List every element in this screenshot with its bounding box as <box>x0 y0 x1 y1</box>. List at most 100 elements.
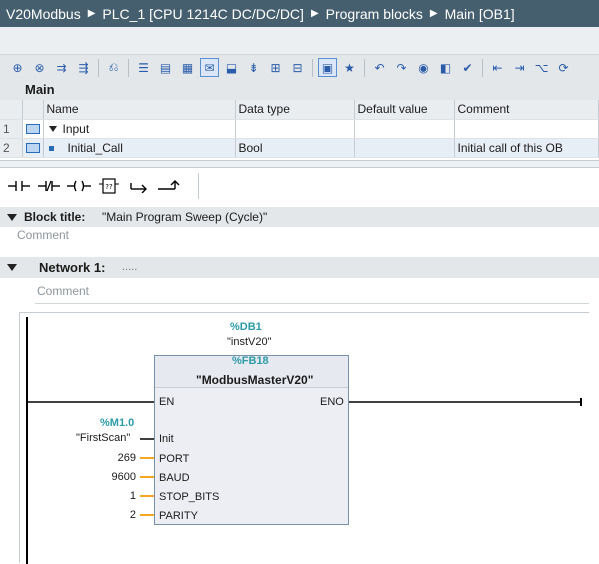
baud-pin-label: BAUD <box>159 472 190 484</box>
window-view-icon[interactable]: ▤ <box>156 58 175 77</box>
interface-title: Main <box>0 80 599 100</box>
init-operand[interactable]: "FirstScan" <box>76 432 130 444</box>
normally-open-contact-icon[interactable] <box>6 174 32 198</box>
init-address[interactable]: %M1.0 <box>100 417 134 429</box>
lad-instruction-bar: ?? <box>0 170 599 202</box>
coil-icon[interactable] <box>66 174 92 198</box>
call-hierarchy-icon[interactable]: ⇤ <box>488 58 507 77</box>
init-pin-label: Init <box>159 433 174 445</box>
name-cell[interactable]: Initial_Call <box>43 138 236 158</box>
expand-arrow-icon[interactable] <box>48 125 57 132</box>
structure-icon[interactable]: ⌥ <box>532 58 551 77</box>
block-interface-table: Name Data type Default value Comment 1 I… <box>0 100 599 158</box>
interface-splitter[interactable] <box>0 160 599 168</box>
block-title-bar[interactable]: Block title: "Main Program Sweep (Cycle)… <box>0 207 599 227</box>
toolbar-divider <box>98 58 99 77</box>
column-header-name[interactable]: Name <box>43 100 236 120</box>
goto-next-error-icon[interactable]: ↷ <box>392 58 411 77</box>
input-section-icon <box>22 119 44 139</box>
port-value[interactable]: 269 <box>116 452 136 464</box>
instance-db-address[interactable]: %DB1 <box>230 321 262 333</box>
comment-cell[interactable]: Initial call of this OB <box>454 138 599 158</box>
data-type-cell[interactable] <box>235 119 355 139</box>
insert-row-icon[interactable]: ⇉ <box>52 58 71 77</box>
en-pin-label: EN <box>159 396 175 408</box>
toolbar-divider <box>198 173 199 199</box>
comment-cell[interactable] <box>454 119 599 139</box>
parameter-name: Initial_Call <box>67 140 123 155</box>
editor-toolbar: ⊕ ⊗ ⇉ ⇶ ⎌ ☰ ▤ ▦ ✉ ⬓ ⇟ ⊞ ⊟ ▣ ★ ↶ ↷ ◉ ◧ ✔ … <box>0 54 599 80</box>
column-header-comment[interactable]: Comment <box>454 100 599 120</box>
fb-address: %FB18 <box>232 355 269 367</box>
table-row[interactable]: 1 Input <box>0 119 599 139</box>
breadcrumb-separator-icon: ▶ <box>310 8 319 19</box>
parity-pin-label: PARITY <box>159 510 198 522</box>
default-value-cell[interactable] <box>354 138 455 158</box>
port-pin-label: PORT <box>159 453 190 465</box>
add-row-icon[interactable]: ⇶ <box>74 58 93 77</box>
default-value-cell[interactable] <box>354 119 455 139</box>
monitor-icon[interactable]: ◉ <box>414 58 433 77</box>
breadcrumb-plc[interactable]: PLC_1 [CPU 1214C DC/DC/DC] <box>102 6 304 22</box>
reset-icon[interactable]: ⎌ <box>104 58 123 77</box>
block-interface-icon[interactable]: ▣ <box>318 58 337 77</box>
network-header[interactable]: Network 1: ..... <box>0 257 599 278</box>
ladder-network: %DB1 "instV20" %FB18 "ModbusMasterV20" E… <box>19 312 589 564</box>
network-label: Network 1: <box>39 260 106 275</box>
row-number-header <box>0 100 23 120</box>
block-comment-field[interactable]: Comment <box>17 228 69 242</box>
collapse-arrow-icon[interactable] <box>7 264 17 271</box>
editor-tab-strip <box>0 27 599 54</box>
open-branch-icon[interactable] <box>126 174 152 198</box>
baud-value[interactable]: 9600 <box>106 471 136 483</box>
stop-bits-pin-label: STOP_BITS <box>159 491 220 503</box>
favorites-star-icon[interactable]: ★ <box>340 58 359 77</box>
more-icon[interactable]: ⟳ <box>554 58 573 77</box>
column-header-default-value[interactable]: Default value <box>354 100 455 120</box>
row-number: 2 <box>0 138 23 158</box>
close-branch-icon[interactable] <box>156 174 182 198</box>
empty-box-icon[interactable]: ?? <box>96 174 122 198</box>
table-row[interactable]: 2 Initial_Call Bool Initial call of this… <box>0 138 599 158</box>
show-absolute-icon[interactable]: ⊞ <box>266 58 285 77</box>
normally-closed-contact-icon[interactable] <box>36 174 62 198</box>
insert-network-icon[interactable]: ⊕ <box>8 58 27 77</box>
table-header-row: Name Data type Default value Comment <box>0 100 599 120</box>
indent-icon[interactable]: ⇥ <box>510 58 529 77</box>
section-name: Input <box>62 121 90 136</box>
block-title-value[interactable]: "Main Program Sweep (Cycle)" <box>102 207 267 227</box>
network-comment-field[interactable]: Comment <box>35 282 589 304</box>
parameter-icon <box>22 138 44 158</box>
split-view-icon[interactable]: ▦ <box>178 58 197 77</box>
list-view-icon[interactable]: ☰ <box>134 58 153 77</box>
breadcrumb-project[interactable]: V20Modbus <box>6 6 81 22</box>
icon-column-header <box>22 100 44 120</box>
fb-name[interactable]: "ModbusMasterV20" <box>196 373 313 387</box>
snapshot-icon[interactable]: ◧ <box>436 58 455 77</box>
delete-network-icon[interactable]: ⊗ <box>30 58 49 77</box>
block-title-label: Block title: <box>24 210 86 224</box>
toolbar-divider <box>312 58 313 77</box>
goto-previous-error-icon[interactable]: ↶ <box>370 58 389 77</box>
zoom-down-icon[interactable]: ⇟ <box>244 58 263 77</box>
name-cell[interactable]: Input <box>43 119 236 139</box>
breadcrumb-program-blocks[interactable]: Program blocks <box>326 6 423 22</box>
toolbar-divider <box>128 58 129 77</box>
network-title-field[interactable]: ..... <box>122 257 137 278</box>
column-header-data-type[interactable]: Data type <box>235 100 355 120</box>
show-symbol-icon[interactable]: ⊟ <box>288 58 307 77</box>
collapse-arrow-icon[interactable] <box>7 214 17 221</box>
favorites-icon[interactable]: ⬓ <box>222 58 241 77</box>
stop-bits-value[interactable]: 1 <box>120 490 136 502</box>
row-number: 1 <box>0 119 23 139</box>
eno-pin-label: ENO <box>320 396 344 408</box>
breadcrumb-current-block[interactable]: Main [OB1] <box>445 6 515 22</box>
data-type-cell[interactable]: Bool <box>235 138 355 158</box>
bullet-icon <box>48 145 54 151</box>
compile-icon[interactable]: ✔ <box>458 58 477 77</box>
toolbar-divider <box>482 58 483 77</box>
parity-value[interactable]: 2 <box>120 509 136 521</box>
network-comments-icon[interactable]: ✉ <box>200 58 219 77</box>
instance-db-name[interactable]: "instV20" <box>227 336 272 348</box>
breadcrumb-separator-icon: ▶ <box>429 8 438 19</box>
